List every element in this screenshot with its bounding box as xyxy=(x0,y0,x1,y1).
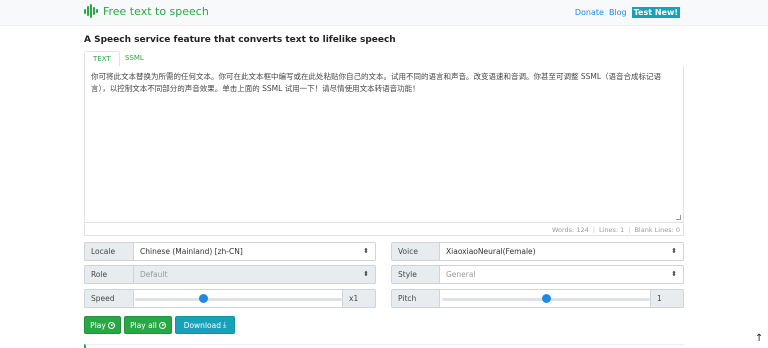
voice-label: Voice xyxy=(391,242,439,261)
line-count: Lines: 1 xyxy=(598,225,625,234)
blank-line-count: Blank Lines: 0 xyxy=(634,225,680,234)
input-tabs: TEXT SSML xyxy=(84,51,684,67)
pitch-label: Pitch xyxy=(391,289,439,308)
play-all-label: Play all xyxy=(130,320,157,330)
word-count: Words: 124 xyxy=(551,225,589,234)
pitch-slider-thumb[interactable] xyxy=(541,294,551,303)
nav-links: Donate Blog Test New! xyxy=(575,7,680,18)
play-button[interactable]: Play xyxy=(84,316,121,334)
scroll-to-top-icon[interactable]: ↑ xyxy=(755,333,763,344)
text-stats: Words: 124 | Lines: 1 | Blank Lines: 0 xyxy=(84,224,684,236)
brand-link[interactable]: Free text to speech xyxy=(84,4,209,18)
speed-slider[interactable] xyxy=(133,289,342,308)
editor-content: 你可将此文本替换为所需的任何文本。你可在此文本框中编写或在此处粘贴你自己的文本。… xyxy=(91,72,662,93)
voice-value: XiaoxiaoNeural(Female) xyxy=(446,247,536,256)
style-select[interactable]: General ⬍ xyxy=(439,265,684,284)
speed-slider-thumb[interactable] xyxy=(198,294,208,303)
play-circle-icon xyxy=(158,321,166,329)
speed-label: Speed xyxy=(84,289,133,308)
play-all-button[interactable]: Play all xyxy=(124,316,172,334)
blog-link[interactable]: Blog xyxy=(609,8,627,17)
select-arrows-icon: ⬍ xyxy=(363,247,369,255)
locale-label: Locale xyxy=(84,242,133,261)
voice-group: Voice XiaoxiaoNeural(Female) ⬍ xyxy=(391,242,684,261)
test-new-link[interactable]: Test New! xyxy=(631,7,680,18)
pitch-value: 1 xyxy=(650,289,684,308)
speed-value: x1 xyxy=(342,289,376,308)
resize-handle[interactable] xyxy=(676,215,681,220)
pitch-slider[interactable] xyxy=(439,289,650,308)
role-value: Default xyxy=(140,270,168,279)
tab-text[interactable]: TEXT xyxy=(84,51,120,67)
voice-select[interactable]: XiaoxiaoNeural(Female) ⬍ xyxy=(439,242,684,261)
style-value: General xyxy=(446,270,476,279)
download-button[interactable]: Download ⤓ xyxy=(175,316,235,334)
role-select[interactable]: Default ⬍ xyxy=(133,265,376,284)
locale-value: Chinese (Mainland) [zh-CN] xyxy=(140,247,243,256)
tab-ssml[interactable]: SSML xyxy=(117,51,152,67)
locale-select[interactable]: Chinese (Mainland) [zh-CN] ⬍ xyxy=(133,242,376,261)
text-editor[interactable]: 你可将此文本替换为所需的任何文本。你可在此文本框中编写或在此处粘贴你自己的文本。… xyxy=(84,66,684,223)
role-group: Role Default ⬍ xyxy=(84,265,376,284)
speed-slider-track xyxy=(135,298,342,301)
pitch-group: Pitch 1 xyxy=(391,289,684,308)
style-group: Style General ⬍ xyxy=(391,265,684,284)
result-panel-edge xyxy=(84,344,684,348)
speed-group: Speed x1 xyxy=(84,289,376,308)
select-arrows-icon: ⬍ xyxy=(671,247,677,255)
play-circle-icon xyxy=(107,321,115,329)
locale-group: Locale Chinese (Mainland) [zh-CN] ⬍ xyxy=(84,242,376,261)
select-arrows-icon: ⬍ xyxy=(671,270,677,278)
style-label: Style xyxy=(391,265,439,284)
select-arrows-icon: ⬍ xyxy=(363,270,369,278)
role-label: Role xyxy=(84,265,133,284)
navbar: Free text to speech Donate Blog Test New… xyxy=(0,0,768,26)
waveform-icon xyxy=(84,4,98,18)
download-label: Download xyxy=(183,320,221,330)
download-icon: ⤓ xyxy=(222,320,227,329)
donate-link[interactable]: Donate xyxy=(575,8,604,17)
brand-name: Free text to speech xyxy=(102,4,209,18)
play-label: Play xyxy=(90,320,106,330)
page-title: A Speech service feature that converts t… xyxy=(84,35,396,45)
